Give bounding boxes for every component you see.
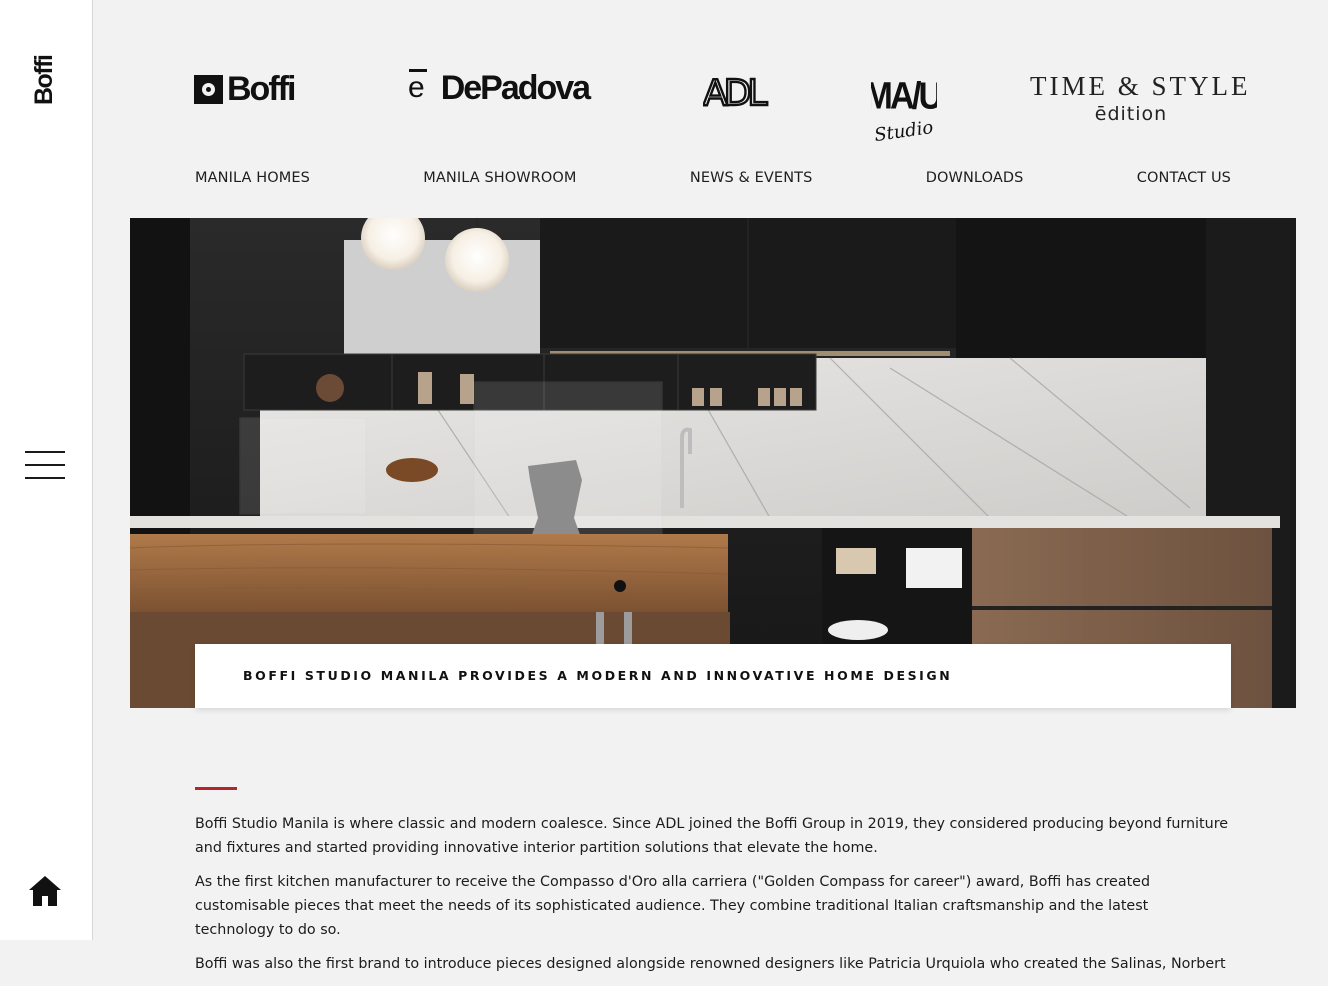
intro-paragraph-2: As the first kitchen manufacturer to rec… [195,874,1151,938]
time-and-style-title: TIME & STYLE [1030,71,1251,101]
side-rail: Boffi [0,0,93,940]
time-and-style-brand-logo[interactable]: TIME & STYLE ēdition [1030,71,1251,126]
adl-logo-text: ADL [703,74,767,108]
nav-contact-us[interactable]: CONTACT US [1137,170,1231,186]
mau-logo-text: MA/U [871,74,937,117]
mau-studio-brand-logo[interactable]: MA/U Studio [871,73,937,145]
hero-kitchen-image [130,218,1296,708]
boffi-logo-text: Boffi [227,70,296,108]
intro-paragraph-1: Boffi Studio Manila is where classic and… [195,816,1229,856]
section-accent-rule [195,787,237,790]
main-nav: MANILA HOMES MANILA SHOWROOM NEWS & EVEN… [195,170,1231,186]
adl-brand-logo[interactable]: ADL [703,74,775,108]
depadova-logo-text: DePadova [440,69,591,107]
boffi-brand-logo[interactable]: Boffi [194,70,296,108]
intro-paragraph-3: Boffi was also the first brand to introd… [195,956,1226,972]
boffi-logo-mark [194,74,223,104]
intro-copy: Boffi Studio Manila is where classic and… [195,812,1231,986]
mau-script-text: Studio [873,117,935,145]
nav-news-events[interactable]: NEWS & EVENTS [690,170,813,186]
boffi-rail-logo[interactable]: Boffi [31,35,57,107]
home-icon[interactable] [27,874,63,908]
hero-caption-card: BOFFI STUDIO MANILA PROVIDES A MODERN AN… [195,644,1231,708]
depadova-logo-mark: e [408,69,427,104]
nav-manila-showroom[interactable]: MANILA SHOWROOM [423,170,576,186]
boffi-rail-logo-text: Boffi [31,55,57,105]
time-and-style-edition: ēdition [1094,103,1168,125]
nav-manila-homes[interactable]: MANILA HOMES [195,170,310,186]
hamburger-menu-icon[interactable] [25,451,65,479]
depadova-brand-logo[interactable]: e DePadova [408,69,591,107]
hero-caption-text: BOFFI STUDIO MANILA PROVIDES A MODERN AN… [243,668,953,683]
nav-downloads[interactable]: DOWNLOADS [926,170,1024,186]
